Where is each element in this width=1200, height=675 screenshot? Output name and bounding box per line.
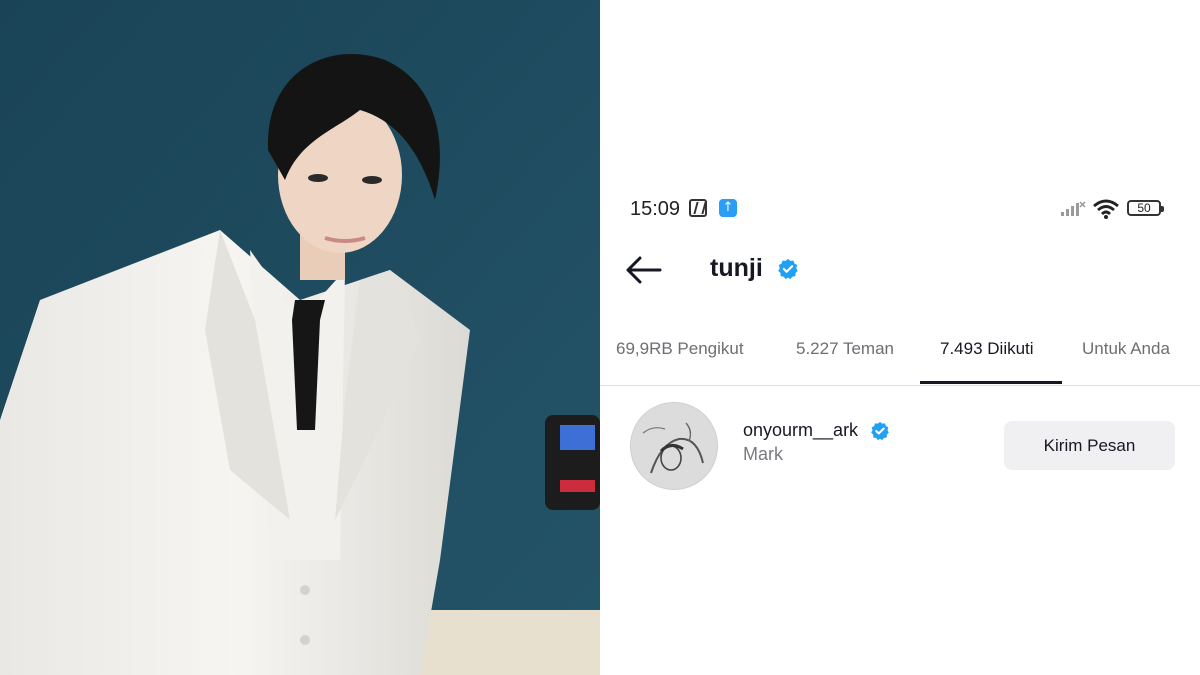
- battery-indicator: 50: [1127, 200, 1164, 216]
- tab-friends[interactable]: 5.227 Teman: [796, 339, 894, 359]
- back-arrow-icon[interactable]: [624, 254, 664, 286]
- photo-illustration: [0, 0, 600, 675]
- tab-followers[interactable]: 69,9RB Pengikut: [616, 339, 744, 359]
- upload-icon: ↑: [719, 199, 737, 217]
- phone-screen: 15:09 ↑ 50 tunji 69,9RB Pengikut 5.227 T…: [600, 0, 1200, 675]
- send-message-button[interactable]: Kirim Pesan: [1004, 421, 1175, 470]
- signal-icon: [1061, 201, 1086, 216]
- avatar[interactable]: [630, 402, 718, 490]
- wifi-icon: [1093, 199, 1119, 219]
- tab-bar: 69,9RB Pengikut 5.227 Teman 7.493 Diikut…: [600, 333, 1200, 386]
- nfc-icon: [689, 199, 707, 217]
- status-bar: 15:09 ↑ 50: [600, 196, 1200, 224]
- profile-header: tunji: [600, 250, 1200, 290]
- list-item[interactable]: onyourm__ark Mark Kirim Pesan: [600, 400, 1200, 495]
- tab-for-you[interactable]: Untuk Anda: [1082, 339, 1170, 359]
- nickname: Mark: [743, 444, 783, 464]
- profile-photo: [0, 0, 600, 675]
- status-time: 15:09: [630, 198, 681, 220]
- verified-badge-icon: [871, 421, 889, 441]
- tab-following[interactable]: 7.493 Diikuti: [940, 339, 1034, 359]
- avatar-sketch: [631, 403, 717, 489]
- verified-badge-icon: [778, 258, 798, 280]
- username: onyourm__ark: [743, 420, 859, 440]
- page-title: tunji: [710, 254, 763, 282]
- active-tab-indicator: [920, 381, 1062, 384]
